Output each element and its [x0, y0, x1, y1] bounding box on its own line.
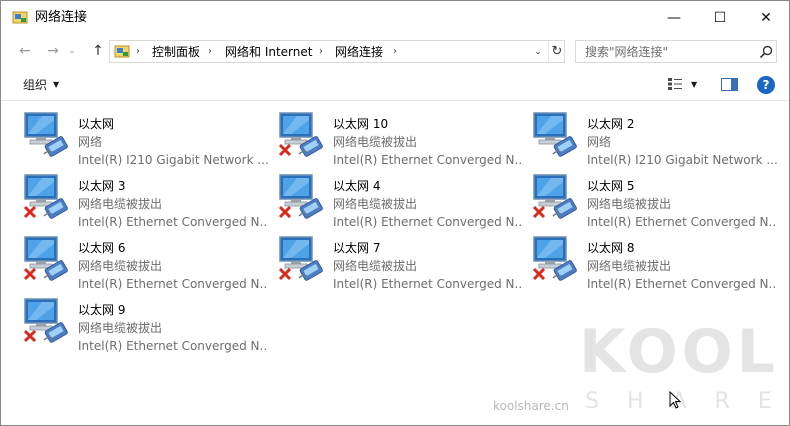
change-view-icon[interactable] — [667, 77, 683, 91]
connection-name: 以太网 4 — [333, 179, 381, 193]
network-adapter-icon — [24, 112, 68, 157]
network-adapter-icon — [278, 112, 323, 157]
connection-device: Intel(R) Ethernet Converged N... — [587, 277, 777, 291]
connection-status: 网络 — [78, 135, 103, 149]
network-folder-icon — [12, 11, 28, 24]
connection-device: Intel(R) Ethernet Converged N... — [333, 153, 523, 167]
address-bar[interactable]: › 控制面板 › 网络和 Internet › 网络连接 › ⌄ ↻ — [109, 40, 565, 63]
connection-item[interactable]: 以太网 7 网络电缆被拔出 Intel(R) Ethernet Converged … — [277, 232, 527, 291]
search-icon[interactable] — [758, 44, 774, 60]
connection-status: 网络电缆被拔出 — [587, 197, 672, 211]
connection-status: 网络电缆被拔出 — [78, 197, 163, 211]
connection-name: 以太网 — [78, 117, 115, 131]
connection-name: 以太网 5 — [587, 179, 635, 193]
network-adapter-icon — [532, 236, 577, 281]
organize-menu[interactable]: 组织 — [23, 77, 47, 93]
window-title: 网络连接 — [35, 10, 88, 25]
mouse-cursor-icon — [669, 391, 681, 409]
connection-status: 网络电缆被拔出 — [333, 135, 418, 149]
address-history-dropdown[interactable]: ⌄ — [530, 44, 546, 60]
breadcrumb-network-internet[interactable]: 网络和 Internet — [225, 44, 312, 60]
connection-item[interactable]: 以太网 6 网络电缆被拔出 Intel(R) Ethernet Converged … — [22, 232, 272, 291]
preview-pane-icon[interactable] — [721, 78, 738, 91]
breadcrumb-control-panel[interactable]: 控制面板 — [152, 44, 200, 60]
connection-name: 以太网 2 — [587, 117, 635, 131]
connection-item[interactable]: 以太网网络 Intel(R) I210 Gigabit Network ... — [22, 108, 272, 167]
network-adapter-icon — [23, 174, 68, 219]
maximize-button[interactable]: ☐ — [697, 1, 743, 35]
connection-device: Intel(R) Ethernet Converged N... — [587, 215, 777, 229]
connection-device: Intel(R) I210 Gigabit Network ... — [587, 153, 777, 167]
search-placeholder: 搜索"网络连接" — [585, 45, 669, 59]
connection-item[interactable]: 以太网 2 网络 Intel(R) I210 Gigabit Network ... — [531, 108, 781, 167]
connection-device: Intel(R) Ethernet Converged N... — [333, 215, 523, 229]
breadcrumb-separator[interactable]: › — [136, 44, 140, 60]
up-button[interactable]: ↑ — [87, 41, 109, 61]
connection-status: 网络电缆被拔出 — [333, 197, 418, 211]
minimize-button[interactable]: — — [651, 1, 697, 35]
breadcrumb-separator[interactable]: › — [208, 44, 212, 60]
navigation-bar: ← → ⌄ ↑ › 控制面板 › 网络和 Internet › 网络连接 › ⌄… — [1, 35, 789, 67]
connection-name: 以太网 3 — [78, 179, 126, 193]
breadcrumb-network-connections[interactable]: 网络连接 — [335, 44, 383, 60]
network-adapter-icon — [278, 174, 323, 219]
connections-list: 以太网 网络 Intel(R) I210 Gigabit Network ... 以太… — [1, 102, 789, 425]
back-button[interactable]: ← — [14, 41, 36, 61]
connection-status: 网络电缆被拔出 — [78, 321, 163, 335]
connection-name: 以太网 8 — [587, 241, 635, 255]
connection-status: 网络电缆被拔出 — [333, 259, 418, 273]
connection-name: 以太网 6 — [78, 241, 126, 255]
close-button[interactable]: ✕ — [743, 1, 789, 35]
refresh-button[interactable]: ↻ — [548, 41, 565, 62]
title-bar: 网络连接 — ☐ ✕ — [1, 1, 789, 35]
network-adapter-icon — [278, 236, 323, 281]
network-adapter-icon — [23, 236, 68, 281]
network-adapter-icon — [23, 298, 68, 343]
network-adapter-icon — [532, 174, 577, 219]
connection-device: Intel(R) Ethernet Converged N... — [78, 215, 268, 229]
view-options-dropdown-arrow[interactable]: ▼ — [691, 77, 697, 93]
connection-status: 网络电缆被拔出 — [78, 259, 163, 273]
connection-item[interactable]: 以太网 10 网络电缆被拔出 Intel(R) Ethernet Converged… — [277, 108, 527, 167]
network-adapter-icon — [533, 112, 577, 157]
search-input[interactable]: 搜索"网络连接" — [575, 40, 777, 63]
connection-name: 以太网 9 — [78, 303, 126, 317]
control-panel-icon — [114, 45, 130, 58]
connection-name: 以太网 10 — [333, 117, 389, 131]
recent-locations-button[interactable]: ⌄ — [65, 41, 79, 61]
breadcrumb-separator[interactable]: › — [393, 44, 397, 60]
connection-device: Intel(R) I210 Gigabit Network ... — [78, 153, 268, 167]
command-bar: 组织 ▼ ▼ ? — [1, 67, 789, 101]
help-icon[interactable]: ? — [757, 76, 775, 94]
connection-device: Intel(R) Ethernet Converged N... — [333, 277, 523, 291]
connection-name: 以太网 7 — [333, 241, 381, 255]
connection-status: 网络电缆被拔出 — [587, 259, 672, 273]
network-connections-window: 网络连接 — ☐ ✕ ← → ⌄ ↑ › 控制面板 › 网络和 Internet… — [0, 0, 790, 426]
connection-item[interactable]: 以太网 9 网络电缆被拔出 Intel(R) Ethernet Converged … — [22, 294, 272, 353]
forward-button[interactable]: → — [42, 41, 64, 61]
connection-item[interactable]: 以太网 3 网络电缆被拔出 Intel(R) Ethernet Converged … — [22, 170, 272, 229]
connection-item[interactable]: 以太网 5 网络电缆被拔出 Intel(R) Ethernet Converged … — [531, 170, 781, 229]
connection-device: Intel(R) Ethernet Converged N... — [78, 339, 268, 353]
organize-dropdown-arrow[interactable]: ▼ — [53, 77, 59, 93]
connection-item[interactable]: 以太网 8 网络电缆被拔出 Intel(R) Ethernet Converged … — [531, 232, 781, 291]
connection-device: Intel(R) Ethernet Converged N... — [78, 277, 268, 291]
connection-item[interactable]: 以太网 4 网络电缆被拔出 Intel(R) Ethernet Converged … — [277, 170, 527, 229]
breadcrumb-separator[interactable]: › — [319, 44, 323, 60]
connection-status: 网络 — [587, 135, 612, 149]
